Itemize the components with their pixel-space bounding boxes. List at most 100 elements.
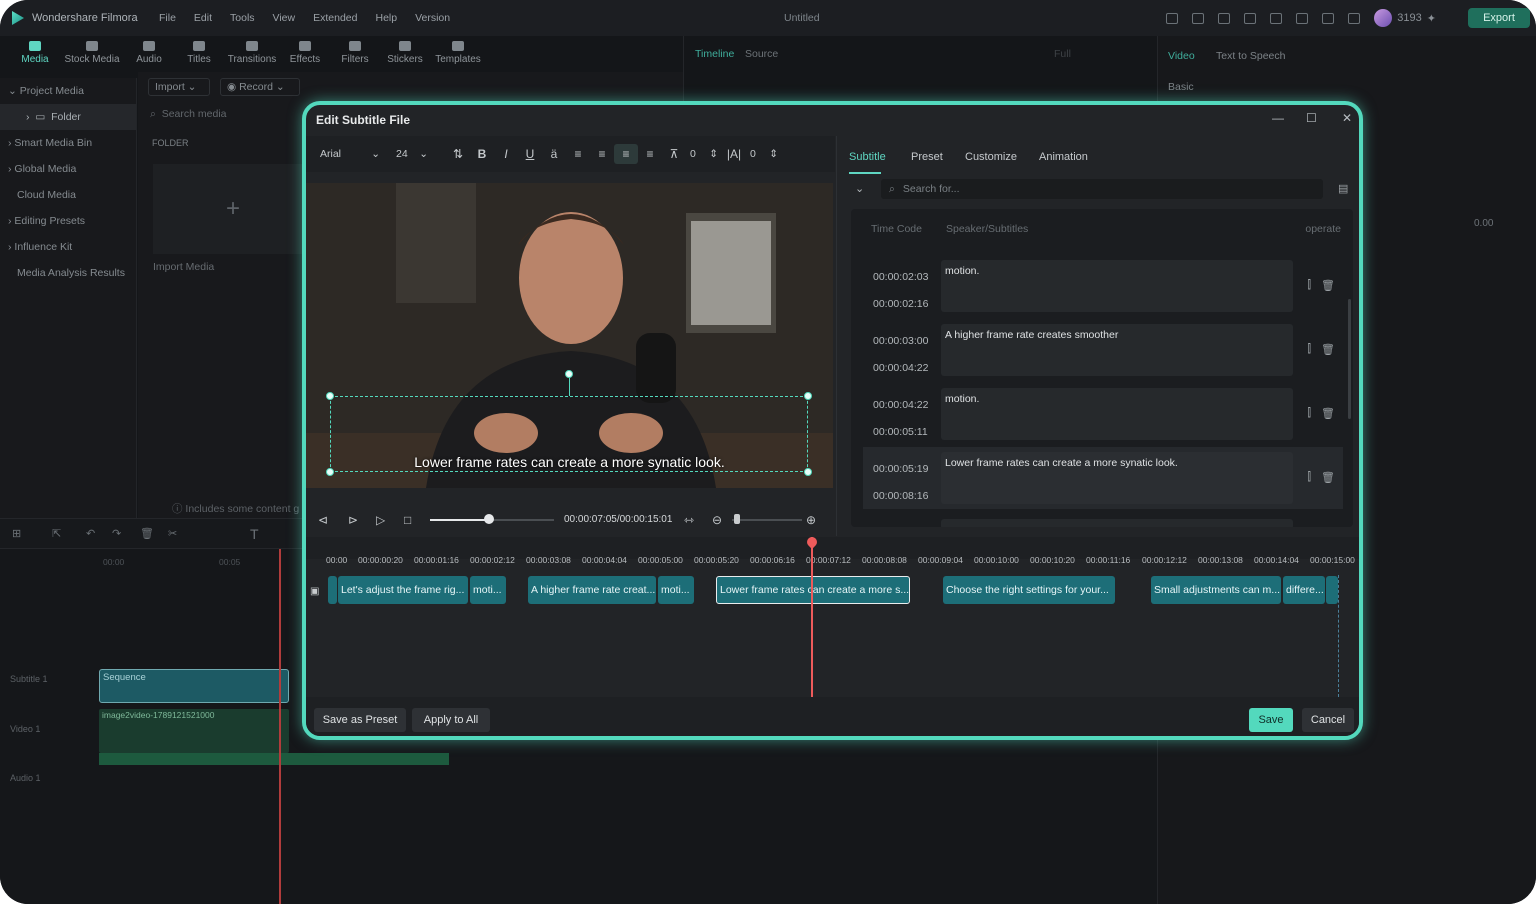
- tool-titles[interactable]: Titles: [174, 36, 224, 72]
- resize-handle[interactable]: [326, 392, 334, 400]
- nav-global-media[interactable]: › Global Media: [0, 156, 136, 182]
- cloud-icon[interactable]: [1296, 12, 1309, 24]
- undo-icon[interactable]: ↶: [86, 527, 95, 540]
- property-value[interactable]: 0.00: [1474, 218, 1493, 229]
- send-icon[interactable]: [1166, 12, 1179, 24]
- scissors-icon[interactable]: ✂: [168, 527, 177, 540]
- trash-icon[interactable]: 🗑: [1321, 471, 1335, 484]
- scrollbar[interactable]: [1348, 299, 1351, 419]
- zoom-in-icon[interactable]: ⊕: [806, 513, 816, 527]
- subtitle-search[interactable]: ⌕ Search for...: [881, 179, 1323, 199]
- save-as-preset-button[interactable]: Save as Preset: [314, 708, 406, 732]
- subtitle-icon[interactable]: [1192, 12, 1205, 24]
- subtitle-text-field[interactable]: A higher frame rate creates smoother: [941, 324, 1293, 376]
- tool-effects[interactable]: Effects: [280, 36, 330, 72]
- layout-icon[interactable]: ⊞: [12, 527, 21, 540]
- avatar[interactable]: [1374, 9, 1393, 27]
- subtitle-clip[interactable]: Choose the right settings for your...: [943, 576, 1115, 604]
- tab-animation[interactable]: Animation: [1039, 151, 1088, 163]
- stop-icon[interactable]: □: [404, 513, 411, 527]
- vertical-align-icon[interactable]: ⊼: [662, 147, 686, 161]
- subtitle-text-field[interactable]: motion.: [941, 388, 1293, 440]
- prev-frame-icon[interactable]: ⊲: [318, 513, 328, 527]
- bold-icon[interactable]: B: [470, 147, 494, 161]
- subtitle-text-field[interactable]: Lower frame rates can create a more syna…: [941, 452, 1293, 504]
- menu-icon[interactable]: [1348, 12, 1361, 24]
- credits[interactable]: 3193 ✦: [1374, 9, 1436, 27]
- trash-icon[interactable]: 🗑: [1321, 279, 1335, 292]
- text-height-icon[interactable]: ⇅: [446, 147, 470, 161]
- italic-icon[interactable]: I: [494, 147, 518, 161]
- tool-templates[interactable]: Templates: [430, 36, 486, 72]
- save-button[interactable]: Save: [1249, 708, 1293, 732]
- media-search[interactable]: ⌕ Search media: [150, 108, 227, 121]
- align-center-icon[interactable]: ≡: [614, 144, 638, 164]
- underline-icon[interactable]: U: [518, 147, 542, 161]
- cancel-button[interactable]: Cancel: [1302, 708, 1354, 732]
- support-icon[interactable]: [1322, 12, 1335, 24]
- apply-to-all-button[interactable]: Apply to All: [412, 708, 490, 732]
- nav-cloud-media[interactable]: Cloud Media: [0, 182, 136, 208]
- align-left-icon[interactable]: ≡: [566, 147, 590, 161]
- subtitle-clip[interactable]: differe...: [1283, 576, 1325, 604]
- tab-source[interactable]: Source: [745, 48, 778, 60]
- case-icon[interactable]: ä: [542, 147, 566, 161]
- subtitle-row[interactable]: 00:00:02:03 00:00:02:16 motion. ⫿ 🗑: [863, 255, 1343, 317]
- subtitle-row[interactable]: 00:00:03:00 00:00:04:22 A higher frame r…: [863, 319, 1343, 381]
- nav-influence-kit[interactable]: › Influence Kit: [0, 234, 136, 260]
- rotate-handle[interactable]: [565, 370, 573, 378]
- close-icon[interactable]: ✕: [1342, 111, 1352, 125]
- menu-edit[interactable]: Edit: [185, 12, 221, 24]
- redo-icon[interactable]: ↷: [112, 527, 121, 540]
- split-icon[interactable]: ⫿: [1308, 343, 1312, 356]
- record-dropdown[interactable]: ◉ Record ⌄: [220, 78, 300, 96]
- trash-icon[interactable]: 🗑: [1321, 343, 1335, 356]
- dialog-playhead[interactable]: [811, 537, 813, 697]
- resize-handle[interactable]: [804, 468, 812, 476]
- tab-video[interactable]: Video: [1168, 50, 1195, 62]
- nav-project-media[interactable]: ⌄ Project Media: [0, 78, 136, 104]
- subtitle-clip-selected[interactable]: Lower frame rates can create a more s...: [716, 576, 910, 604]
- subtitle-row[interactable]: 00:00:04:22 00:00:05:11 motion. ⫿ 🗑: [863, 383, 1343, 445]
- video-clip[interactable]: image2video-1789121521000: [99, 709, 289, 753]
- select-tool-icon[interactable]: ⇱: [52, 527, 61, 540]
- subtitle-text-field[interactable]: motion.: [941, 260, 1293, 312]
- subtitle-clip[interactable]: Let's adjust the frame rig...: [338, 576, 468, 604]
- tool-media[interactable]: Media: [10, 36, 60, 72]
- zoom-out-icon[interactable]: ⊖: [712, 513, 722, 527]
- tab-preset[interactable]: Preset: [911, 151, 943, 163]
- subtitle-clip[interactable]: A higher frame rate creat...: [528, 576, 656, 604]
- document-icon[interactable]: ▤: [1338, 182, 1348, 195]
- maximize-icon[interactable]: ☐: [1306, 111, 1317, 125]
- audio-waveform[interactable]: [99, 753, 449, 765]
- delete-icon[interactable]: 🗑: [140, 527, 154, 540]
- split-icon[interactable]: ⫿: [1308, 407, 1312, 420]
- tool-transitions[interactable]: Transitions: [224, 36, 280, 72]
- timeline-playhead[interactable]: [279, 549, 281, 904]
- subtitle-row-active[interactable]: 00:00:05:19 00:00:08:16 Lower frame rate…: [863, 447, 1343, 509]
- tab-text-to-speech[interactable]: Text to Speech: [1216, 50, 1285, 62]
- split-icon[interactable]: ⫿: [1308, 279, 1312, 292]
- line-spacing-input[interactable]: 0 ⇕: [746, 148, 782, 160]
- subtitle-clip-stub[interactable]: [328, 576, 337, 604]
- font-select[interactable]: Arial ⌄: [314, 144, 386, 164]
- resize-handle[interactable]: [804, 392, 812, 400]
- subtitle-clip[interactable]: Small adjustments can m...: [1151, 576, 1281, 604]
- subtitle-selection-box[interactable]: [330, 396, 808, 472]
- video-preview[interactable]: Lower frame rates can create a more syna…: [306, 183, 833, 488]
- split-icon[interactable]: ⫿: [1308, 471, 1312, 484]
- tab-timeline[interactable]: Timeline: [695, 48, 734, 60]
- next-frame-icon[interactable]: ⊳: [348, 513, 358, 527]
- menu-version[interactable]: Version: [406, 12, 459, 24]
- headset-icon[interactable]: [1244, 12, 1257, 24]
- tool-audio[interactable]: Audio: [124, 36, 174, 72]
- tool-filters[interactable]: Filters: [330, 36, 380, 72]
- save-icon[interactable]: [1270, 12, 1283, 24]
- subtitle-clip-stub[interactable]: [1326, 576, 1338, 604]
- resize-handle[interactable]: [326, 468, 334, 476]
- tab-customize[interactable]: Customize: [965, 151, 1017, 163]
- menu-file[interactable]: File: [150, 12, 185, 24]
- menu-view[interactable]: View: [264, 12, 305, 24]
- quality-select[interactable]: Full: [1054, 48, 1071, 60]
- nav-editing-presets[interactable]: › Editing Presets: [0, 208, 136, 234]
